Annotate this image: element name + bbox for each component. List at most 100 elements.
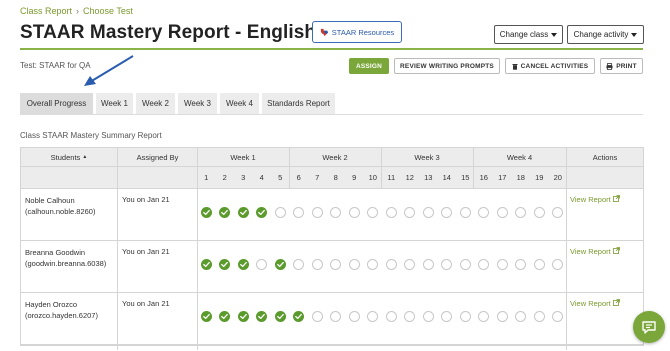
assigned-by-column-header: Assigned By — [136, 152, 179, 162]
lesson-incomplete-circle-icon — [348, 207, 360, 218]
assigned-by-cell: You on Jan 21 — [122, 247, 170, 256]
lesson-incomplete-circle-icon — [478, 311, 490, 322]
lesson-incomplete-circle-icon — [422, 311, 434, 322]
breadcrumb-choose-test[interactable]: Choose Test — [83, 6, 133, 16]
lesson-complete-check-icon — [256, 311, 268, 322]
lesson-incomplete-circle-icon — [330, 311, 342, 322]
change-activity-dropdown[interactable]: Change activity — [567, 25, 644, 44]
lesson-incomplete-circle-icon — [478, 259, 490, 270]
lesson-incomplete-circle-icon — [459, 259, 471, 270]
lesson-number-header: 12 — [405, 173, 414, 182]
assign-button[interactable]: ASSIGN — [349, 58, 389, 74]
lesson-complete-check-icon — [237, 259, 249, 270]
lesson-complete-check-icon — [200, 259, 212, 270]
week-divider — [381, 148, 382, 189]
lesson-number-header: 14 — [442, 173, 451, 182]
student-username: (calhoun.noble.8260) — [25, 207, 96, 216]
lesson-number-header: 6 — [296, 173, 301, 182]
lesson-number-header: 3 — [241, 173, 246, 182]
student-name-cell: Noble Calhoun (calhoun.noble.8260) — [25, 195, 95, 217]
tab-standards-report[interactable]: Standards Report — [262, 93, 335, 114]
breadcrumb-class-report[interactable]: Class Report — [20, 6, 72, 16]
change-class-dropdown[interactable]: Change class — [494, 25, 563, 44]
chat-support-button[interactable] — [633, 311, 665, 343]
students-header-label: Students — [50, 152, 81, 162]
table-row: Breanna Goodwin (goodwin.breanna.6038) You… — [21, 241, 643, 293]
tabs-divider — [20, 114, 643, 115]
lesson-incomplete-circle-icon — [311, 207, 323, 218]
lesson-incomplete-circle-icon — [533, 311, 545, 322]
table-header-weeks: Students ▲ Assigned By Week 1 Week 2 Wee… — [21, 148, 643, 167]
chat-icon — [642, 321, 656, 334]
lesson-incomplete-circle-icon — [441, 207, 453, 218]
lesson-number-header: 13 — [424, 173, 433, 182]
tab-week-1[interactable]: Week 1 — [96, 93, 133, 114]
page-title: STAAR Mastery Report - English 3a — [20, 22, 343, 43]
tab-overall-progress[interactable]: Overall Progress — [20, 93, 93, 114]
chevron-down-icon — [631, 32, 638, 37]
lesson-number-header: 10 — [368, 173, 377, 182]
trash-icon — [512, 63, 518, 70]
lesson-incomplete-circle-icon — [496, 311, 508, 322]
lesson-number-header: 2 — [222, 173, 227, 182]
lesson-incomplete-circle-icon — [552, 259, 564, 270]
staar-resources-label: STAAR Resources — [331, 27, 395, 37]
view-report-link[interactable]: View Report — [570, 247, 620, 256]
students-column-header[interactable]: Students ▲ — [21, 148, 117, 166]
lesson-incomplete-circle-icon — [404, 207, 416, 218]
lesson-number-header: 7 — [315, 173, 320, 182]
lesson-incomplete-circle-icon — [367, 207, 379, 218]
lesson-complete-check-icon — [274, 311, 286, 322]
lesson-number-header: 11 — [387, 173, 396, 182]
tab-week-3[interactable]: Week 3 — [178, 93, 217, 114]
staar-resources-button[interactable]: STAAR Resources — [312, 21, 402, 43]
lesson-number-header: 19 — [535, 173, 544, 182]
change-class-label: Change class — [499, 30, 549, 39]
print-button[interactable]: PRINT — [600, 58, 643, 74]
actions-column-header: Actions — [592, 152, 618, 162]
lesson-incomplete-circle-icon — [533, 207, 545, 218]
tab-week-2[interactable]: Week 2 — [136, 93, 175, 114]
student-name-cell: Hayden Orozco (orozco.hayden.6207) — [25, 299, 98, 321]
external-link-icon — [612, 247, 620, 256]
table-row: Noble Calhoun (calhoun.noble.8260) You on … — [21, 189, 643, 241]
week-2-column-header: Week 2 — [322, 152, 348, 162]
lesson-complete-check-icon — [256, 207, 268, 218]
print-label: PRINT — [616, 62, 637, 70]
texas-map-icon — [320, 28, 328, 36]
lesson-complete-check-icon — [200, 207, 212, 218]
lesson-number-header: 4 — [259, 173, 264, 182]
assigned-by-cell: You on Jan 21 — [122, 195, 170, 204]
lesson-incomplete-circle-icon — [441, 259, 453, 270]
lesson-complete-check-icon — [237, 207, 249, 218]
review-writing-prompts-button[interactable]: REVIEW WRITING PROMPTS — [394, 58, 500, 74]
lesson-number-header: 9 — [352, 173, 357, 182]
lesson-incomplete-circle-icon — [404, 311, 416, 322]
lesson-number-header: 16 — [479, 173, 488, 182]
tab-week-4[interactable]: Week 4 — [220, 93, 259, 114]
breadcrumb: Class Report › Choose Test — [20, 6, 133, 16]
lesson-complete-check-icon — [200, 311, 212, 322]
cancel-activities-button[interactable]: CANCEL ACTIVITIES — [505, 58, 595, 74]
cancel-activities-label: CANCEL ACTIVITIES — [520, 62, 589, 70]
student-username: (goodwin.breanna.6038) — [25, 259, 107, 268]
lesson-incomplete-circle-icon — [385, 207, 397, 218]
view-report-link[interactable]: View Report — [570, 195, 620, 204]
view-report-link[interactable]: View Report — [570, 299, 620, 308]
lesson-incomplete-circle-icon — [422, 207, 434, 218]
lesson-incomplete-circle-icon — [459, 207, 471, 218]
lesson-incomplete-circle-icon — [496, 207, 508, 218]
lesson-incomplete-circle-icon — [533, 259, 545, 270]
student-name: Hayden Orozco — [25, 300, 78, 309]
lesson-incomplete-circle-icon — [385, 259, 397, 270]
lesson-incomplete-circle-icon — [552, 311, 564, 322]
week-1-column-header: Week 1 — [230, 152, 256, 162]
lesson-number-header: 17 — [498, 173, 507, 182]
lesson-incomplete-circle-icon — [441, 311, 453, 322]
lesson-complete-check-icon — [274, 259, 286, 270]
column-divider — [566, 148, 567, 350]
lesson-incomplete-circle-icon — [348, 259, 360, 270]
external-link-icon — [612, 299, 620, 308]
lesson-incomplete-circle-icon — [293, 207, 305, 218]
lesson-incomplete-circle-icon — [293, 259, 305, 270]
